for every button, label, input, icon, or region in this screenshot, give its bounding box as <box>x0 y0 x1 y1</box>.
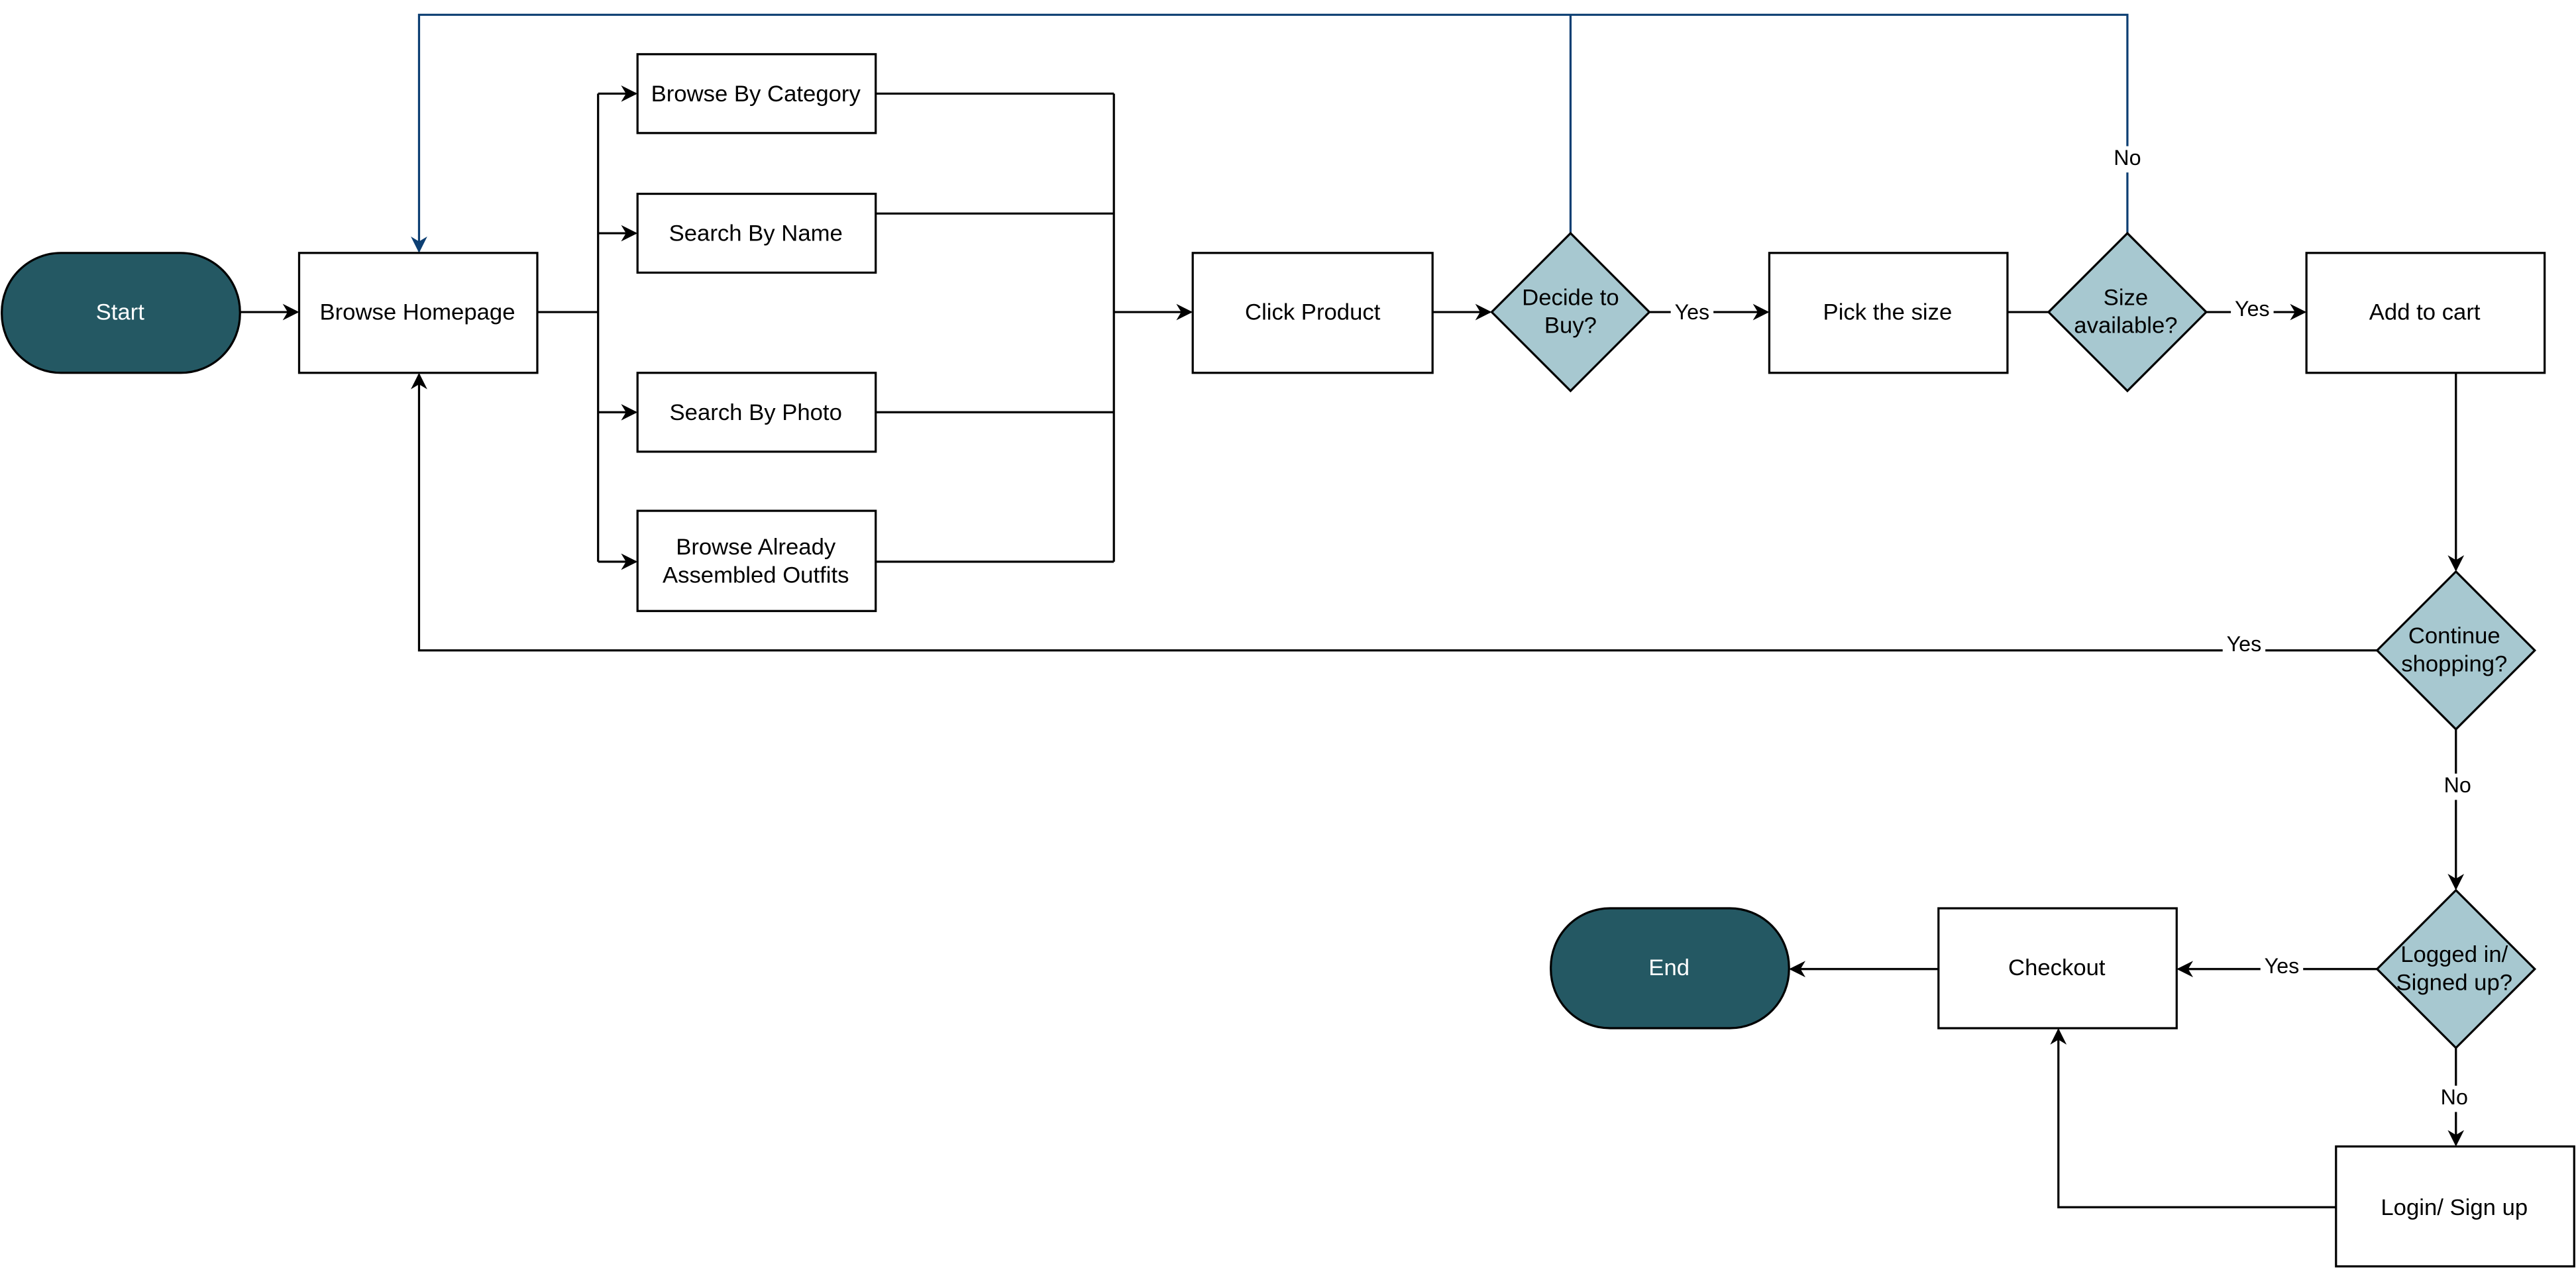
svg-text:Login/ Sign up: Login/ Sign up <box>2381 1195 2528 1220</box>
svg-text:Click Product: Click Product <box>1245 300 1381 325</box>
svg-text:Browse By Category: Browse By Category <box>651 81 861 107</box>
label-logged-no: No <box>2441 1085 2468 1109</box>
pick-size-node[interactable]: Pick the size <box>1768 252 2009 374</box>
svg-text:Browse Already: Browse Already <box>676 535 836 560</box>
browse-category-node[interactable]: Browse By Category <box>636 53 877 134</box>
svg-text:Add to cart: Add to cart <box>2369 300 2481 325</box>
svg-text:Signed up?: Signed up? <box>2396 970 2513 995</box>
start-node[interactable]: Start <box>1 252 241 374</box>
checkout-node[interactable]: Checkout <box>1937 907 2178 1030</box>
label-decide-yes: Yes <box>1675 300 1710 324</box>
svg-text:Size: Size <box>2104 285 2148 310</box>
label-logged-yes: Yes <box>2265 954 2300 978</box>
browse-homepage-node[interactable]: Browse Homepage <box>297 252 539 374</box>
edge-browse-branch <box>537 93 600 562</box>
edge-merge <box>875 92 1115 563</box>
svg-text:Assembled Outfits: Assembled Outfits <box>663 562 849 588</box>
size-available-decision[interactable]: Size available? <box>2047 231 2208 393</box>
end-node[interactable]: End <box>1550 907 1790 1030</box>
svg-text:available?: available? <box>2074 313 2177 339</box>
svg-text:Start: Start <box>96 300 145 325</box>
svg-text:Pick the size: Pick the size <box>1823 300 1953 325</box>
svg-text:Checkout: Checkout <box>2008 955 2106 980</box>
svg-text:Buy?: Buy? <box>1544 313 1597 339</box>
add-to-cart-node[interactable]: Add to cart <box>2305 252 2546 374</box>
edge-login-checkout <box>2050 1028 2336 1208</box>
svg-text:Search By Name: Search By Name <box>669 221 843 246</box>
login-node[interactable]: Login/ Sign up <box>2335 1145 2575 1268</box>
label-continue-no: No <box>2444 773 2471 797</box>
svg-text:shopping?: shopping? <box>2401 651 2507 676</box>
label-size-yes: Yes <box>2235 297 2270 321</box>
svg-text:Decide to: Decide to <box>1522 285 1619 310</box>
search-photo-node[interactable]: Search By Photo <box>636 372 877 453</box>
label-size-no: No <box>2114 146 2141 170</box>
flowchart-canvas: Yes Yes No Yes No Yes No Start End Brows… <box>1 13 2575 1268</box>
decide-buy-decision[interactable]: Decide to Buy? <box>1490 231 1651 393</box>
search-name-node[interactable]: Search By Name <box>636 192 877 274</box>
continue-shopping-decision[interactable]: Continue shopping? <box>2375 570 2537 731</box>
click-product-node[interactable]: Click Product <box>1191 252 1434 374</box>
label-continue-yes: Yes <box>2227 632 2262 656</box>
logged-in-decision[interactable]: Logged in/ Signed up? <box>2375 888 2537 1050</box>
svg-text:End: End <box>1648 955 1690 980</box>
svg-text:Browse Homepage: Browse Homepage <box>319 300 515 325</box>
svg-text:Logged in/: Logged in/ <box>2400 942 2508 967</box>
svg-text:Search By Photo: Search By Photo <box>670 400 842 425</box>
browse-outfits-node[interactable]: Browse Already Assembled Outfits <box>636 509 877 612</box>
svg-text:Continue: Continue <box>2408 623 2500 649</box>
